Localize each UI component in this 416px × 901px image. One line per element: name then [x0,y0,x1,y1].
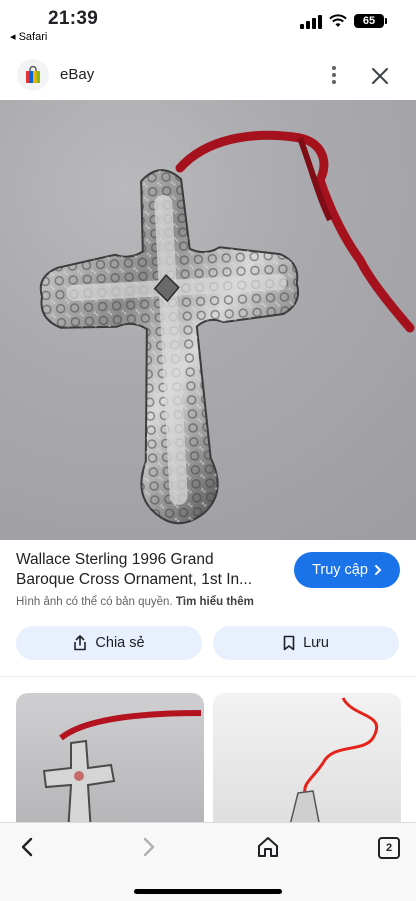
home-icon[interactable] [256,835,280,859]
cross-ornament-image [39,130,415,525]
save-button[interactable]: Lưu [213,626,399,660]
related-image-1[interactable] [16,693,204,833]
related-image-2[interactable] [213,693,401,833]
wifi-icon [329,14,347,27]
bookmark-icon [283,635,295,651]
home-indicator [134,889,282,894]
ebay-bag-icon[interactable] [17,59,49,91]
site-name[interactable]: eBay [60,66,94,83]
browser-toolbar: 2 [0,822,416,901]
cross-thumbnail-1 [42,710,202,833]
result-title-line2: Baroque Cross Ornament, 1st In... [16,571,253,588]
section-divider [0,676,416,677]
chevron-right-icon [374,565,382,575]
learn-more-link[interactable]: Tìm hiểu thêm [176,596,254,608]
visit-button-label: Truy cập [312,562,368,578]
battery-indicator: 65 [354,14,384,28]
product-image[interactable] [0,100,416,540]
back-to-safari-link[interactable]: ◂ Safari [10,30,47,43]
signal-icon [300,15,322,29]
result-title-line1: Wallace Sterling 1996 Grand [16,551,214,568]
result-title[interactable]: Wallace Sterling 1996 Grand Baroque Cros… [16,550,278,590]
save-label: Lưu [303,635,329,651]
copyright-notice: Hình ảnh có thể có bản quyền. Tìm hiểu t… [16,596,254,608]
forward-arrow-icon[interactable] [136,835,160,859]
battery-tip [385,18,387,24]
ornament-thumbnail-2 [287,697,379,833]
status-time: 21:39 [48,8,99,29]
close-icon[interactable] [368,64,392,88]
visit-button[interactable]: Truy cập [294,552,400,588]
tabs-count-button[interactable]: 2 [378,837,400,859]
more-vert-icon[interactable] [326,64,342,86]
back-arrow-icon[interactable] [16,835,40,859]
share-label: Chia sẻ [95,635,145,651]
share-button[interactable]: Chia sẻ [16,626,202,660]
copyright-text: Hình ảnh có thể có bản quyền. [16,596,173,608]
status-bar: 21:39 ◂ Safari 65 [0,0,416,50]
site-header: eBay [0,52,416,98]
share-icon [74,635,87,651]
